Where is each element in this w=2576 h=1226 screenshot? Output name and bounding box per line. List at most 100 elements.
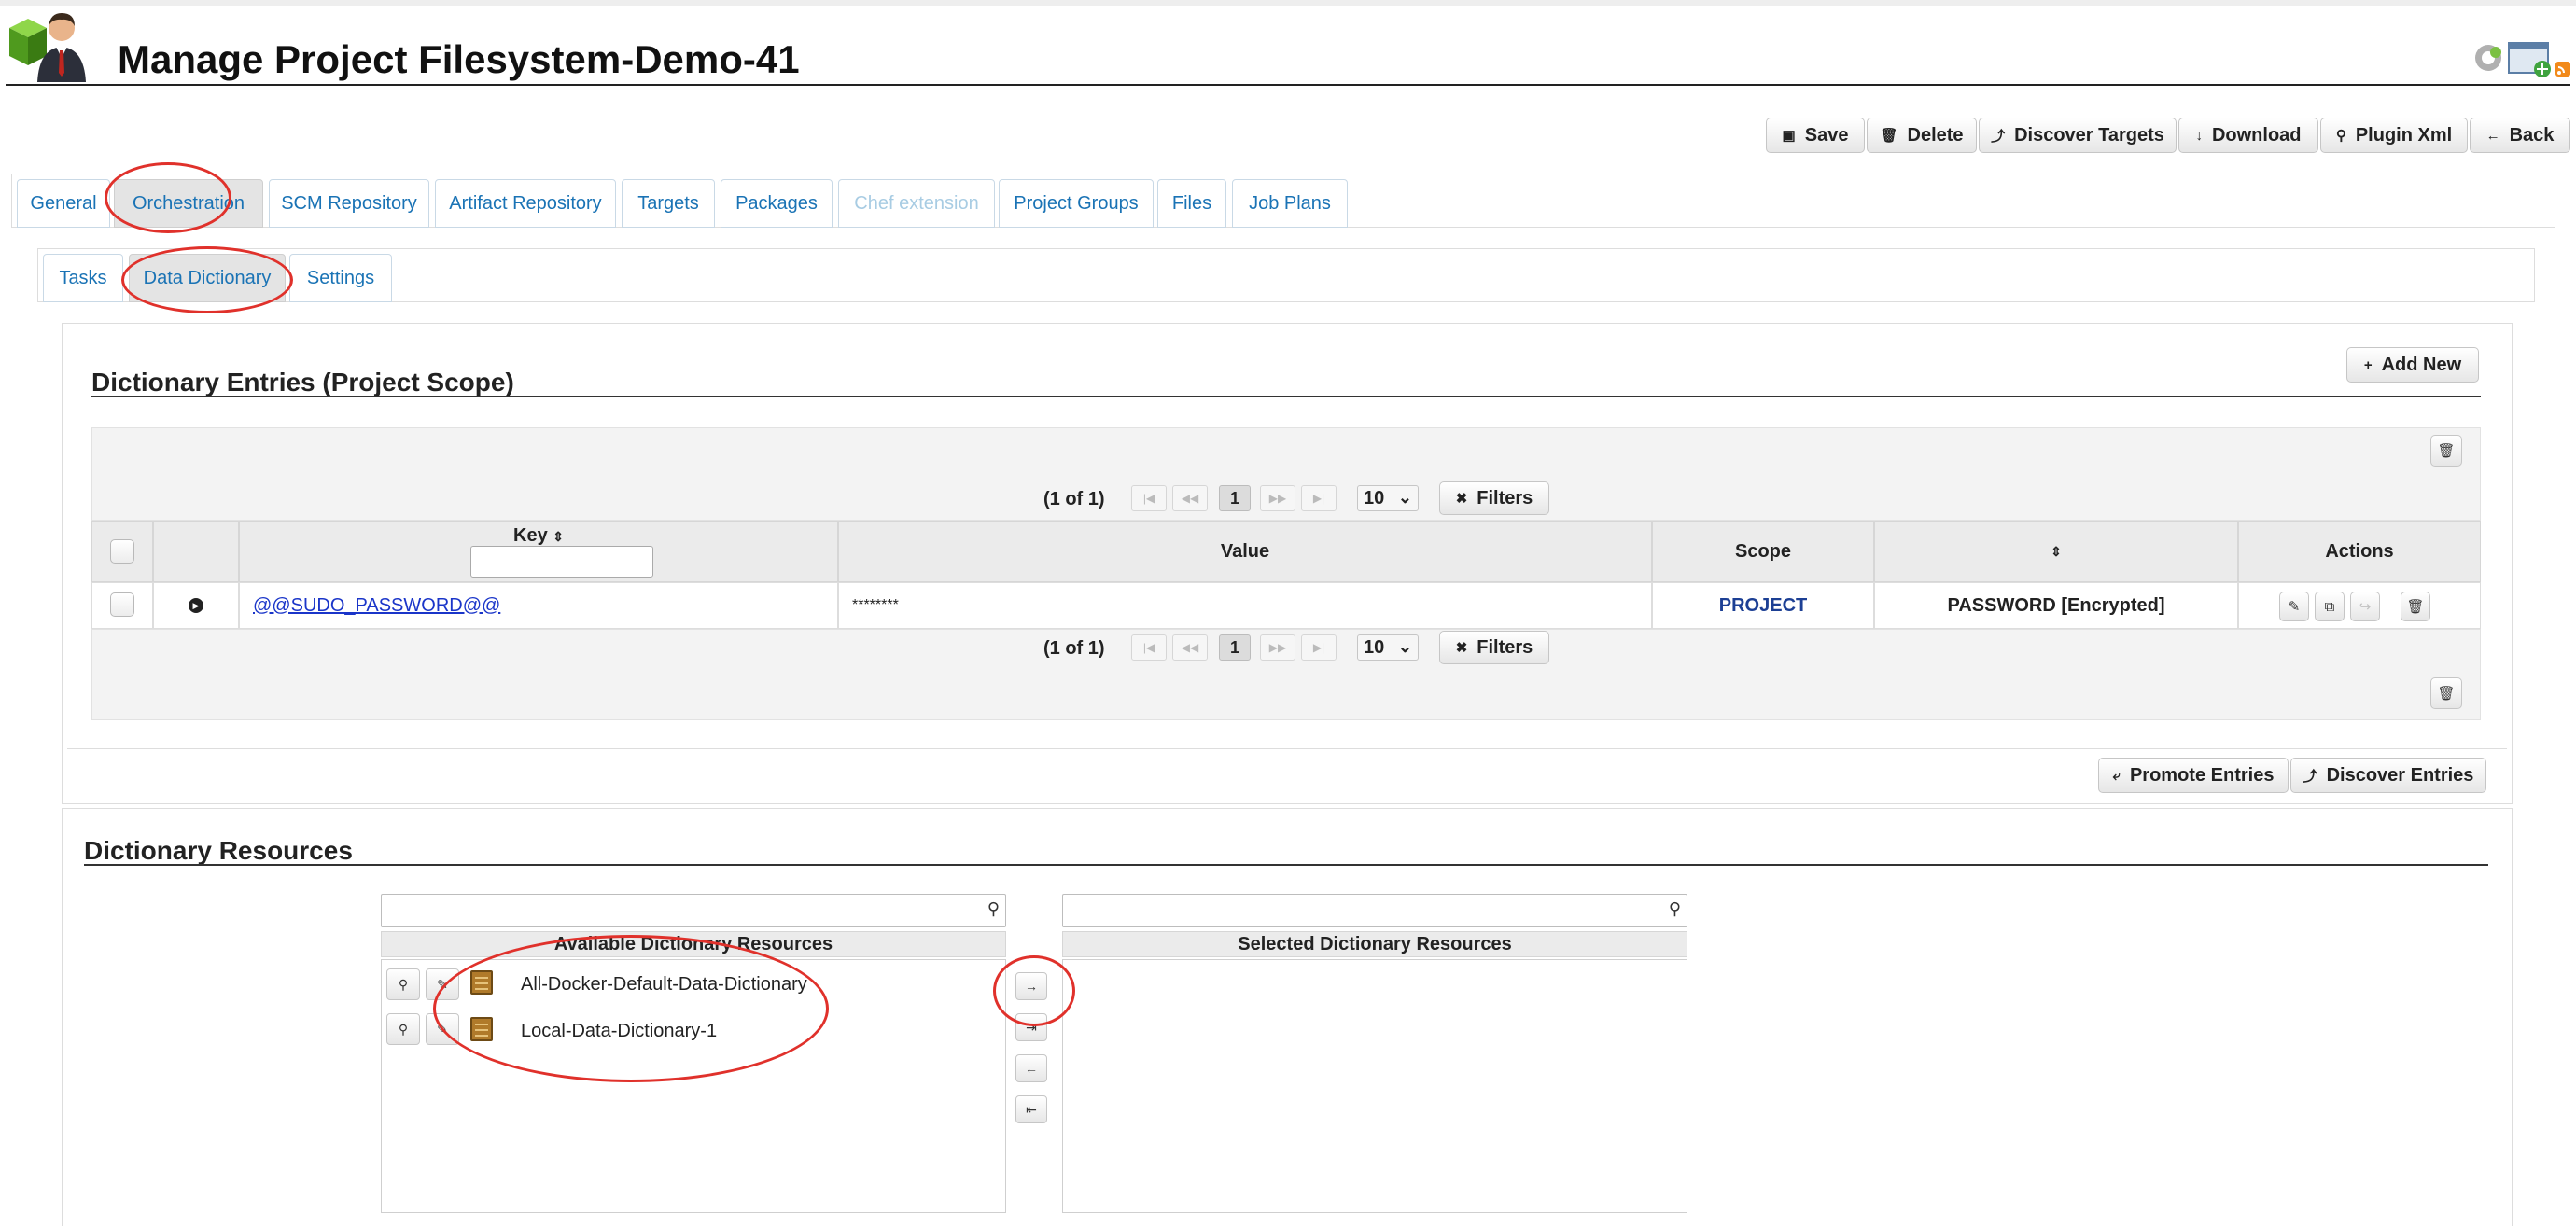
list-item[interactable]: Local-Data-Dictionary-1 — [521, 1021, 717, 1042]
delete-button[interactable]: 🗑 Delete — [1867, 118, 1977, 153]
arrow-left-end-icon: ⇤ — [1026, 1101, 1037, 1117]
delete-selected-top-button[interactable]: 🗑 — [2430, 435, 2462, 467]
key-filter-input[interactable] — [470, 546, 653, 578]
edit-resource-button[interactable]: ✎ — [426, 968, 459, 1000]
filters-top-button[interactable]: ✖ Filters — [1439, 481, 1549, 515]
share-entry-button: ↪ — [2350, 592, 2380, 621]
promote-entries-button[interactable]: ⤶ Promote Entries — [2098, 758, 2289, 793]
delete-entry-button[interactable]: 🗑 — [2401, 592, 2430, 621]
last-page-bottom-button[interactable]: ▶| — [1301, 634, 1337, 661]
discover-icon: ⤴ — [1991, 128, 2006, 145]
tab-chef-extension: Chef extension — [838, 179, 995, 228]
header-corner-icons — [2475, 42, 2570, 77]
view-resource-button[interactable]: ⚲ — [386, 968, 420, 1000]
next-page-bottom-button[interactable]: ▶▶ — [1260, 634, 1295, 661]
tab-project-groups[interactable]: Project Groups — [999, 179, 1154, 228]
rss-icon — [2555, 62, 2570, 77]
copy-entry-button[interactable]: ⧉ — [2315, 592, 2345, 621]
chevron-down-icon: ⌄ — [1397, 637, 1412, 656]
expand-row-icon[interactable]: ▶ — [189, 598, 203, 613]
tab-data-dictionary[interactable]: Data Dictionary — [129, 254, 286, 302]
first-page-bottom-button[interactable]: |◀ — [1131, 634, 1167, 661]
sub-tab-bar — [37, 248, 2535, 302]
rows-per-page-bottom-select[interactable]: 10 ⌄ — [1357, 634, 1419, 661]
pencil-icon: ✎ — [2288, 599, 2301, 615]
selected-list-header: Selected Dictionary Resources — [1062, 931, 1687, 957]
current-page-bottom[interactable]: 1 — [1219, 634, 1251, 661]
last-page-top-button[interactable]: ▶| — [1301, 485, 1337, 511]
tab-tasks[interactable]: Tasks — [43, 254, 123, 302]
tab-packages[interactable]: Packages — [721, 179, 833, 228]
tab-settings[interactable]: Settings — [289, 254, 392, 302]
tab-scm-repository[interactable]: SCM Repository — [269, 179, 429, 228]
tab-orchestration[interactable]: Orchestration — [114, 179, 263, 228]
list-item[interactable]: All-Docker-Default-Data-Dictionary — [521, 974, 807, 996]
remove-all-button[interactable]: ⇤ — [1015, 1095, 1047, 1123]
current-page-top[interactable]: 1 — [1219, 485, 1251, 511]
arrow-right-end-icon: ⇥ — [1026, 1019, 1037, 1035]
trash-icon: 🗑 — [2437, 686, 2456, 702]
top-border — [0, 0, 2576, 6]
add-new-button[interactable]: + Add New — [2346, 347, 2479, 383]
type-column-header[interactable]: ⇕ — [1874, 521, 2238, 582]
available-search-input[interactable]: ⚲ — [381, 894, 1006, 927]
rows-per-page-top-select[interactable]: 10 ⌄ — [1357, 485, 1419, 511]
selected-search-input[interactable]: ⚲ — [1062, 894, 1687, 927]
tab-files[interactable]: Files — [1157, 179, 1226, 228]
next-page-top-button[interactable]: ▶▶ — [1260, 485, 1295, 511]
selected-list — [1062, 959, 1687, 1213]
edit-entry-button[interactable]: ✎ — [2279, 592, 2309, 621]
plugin-xml-button[interactable]: ⚲ Plugin Xml — [2320, 118, 2468, 153]
discover-targets-button[interactable]: ⤴ Discover Targets — [1979, 118, 2177, 153]
row-select-checkbox[interactable] — [110, 592, 134, 617]
discover-entries-button[interactable]: ⤴ Discover Entries — [2290, 758, 2486, 793]
select-all-checkbox[interactable] — [110, 539, 134, 564]
tab-general[interactable]: General — [17, 179, 110, 228]
pencil-icon: ✎ — [437, 976, 448, 992]
tab-artifact-repository[interactable]: Artifact Repository — [435, 179, 616, 228]
first-page-icon: |◀ — [1142, 641, 1155, 654]
user-avatar-with-cube-icon — [9, 13, 86, 82]
row-scope-cell: PROJECT — [1652, 582, 1874, 629]
edit-resource-button[interactable]: ✎ — [426, 1013, 459, 1045]
first-page-icon: |◀ — [1142, 492, 1155, 505]
download-button[interactable]: ↓ Download — [2178, 118, 2318, 153]
filters-bottom-button[interactable]: ✖ Filters — [1439, 631, 1549, 664]
row-type-cell: PASSWORD [Encrypted] — [1874, 582, 2238, 629]
prev-page-icon: ◀◀ — [1181, 641, 1199, 654]
tab-targets[interactable]: Targets — [622, 179, 715, 228]
search-icon: ⚲ — [398, 1021, 409, 1037]
next-page-icon: ▶▶ — [1268, 641, 1287, 654]
row-key-cell: @@SUDO_PASSWORD@@ — [239, 582, 838, 629]
add-all-button[interactable]: ⇥ — [1015, 1013, 1047, 1041]
discover-icon: ⤴ — [2303, 768, 2317, 785]
entry-key-link[interactable]: @@SUDO_PASSWORD@@ — [253, 595, 500, 617]
search-icon: ⚲ — [398, 976, 409, 992]
trash-icon: 🗑 — [2437, 443, 2456, 459]
add-selected-button[interactable]: → — [1015, 972, 1047, 1000]
scope-column-header: Scope — [1652, 521, 1874, 582]
trash-icon: 🗑 — [2406, 599, 2425, 615]
prev-page-icon: ◀◀ — [1181, 492, 1199, 505]
pager-status-bottom: (1 of 1) — [1043, 638, 1105, 659]
arrow-right-icon: → — [1025, 979, 1038, 994]
delete-selected-bottom-button[interactable]: 🗑 — [2430, 677, 2462, 709]
remove-selected-button[interactable]: ← — [1015, 1054, 1047, 1082]
pencil-icon: ✎ — [437, 1021, 448, 1037]
arrow-left-icon: ← — [1025, 1061, 1038, 1076]
dictionary-book-icon — [470, 970, 493, 995]
next-page-icon: ▶▶ — [1268, 492, 1287, 505]
copy-icon: ⧉ — [2324, 598, 2335, 615]
dictionary-entries-title: Dictionary Entries (Project Scope) — [91, 368, 514, 397]
available-list — [381, 959, 1006, 1213]
dictionary-resources-title: Dictionary Resources — [84, 836, 353, 865]
expand-column-header — [153, 521, 239, 582]
prev-page-bottom-button[interactable]: ◀◀ — [1172, 634, 1208, 661]
tab-job-plans[interactable]: Job Plans — [1232, 179, 1348, 228]
actions-column-header: Actions — [2238, 521, 2481, 582]
prev-page-top-button[interactable]: ◀◀ — [1172, 485, 1208, 511]
back-button[interactable]: ← Back — [2470, 118, 2570, 153]
first-page-top-button[interactable]: |◀ — [1131, 485, 1167, 511]
view-resource-button[interactable]: ⚲ — [386, 1013, 420, 1045]
save-button[interactable]: ▣ Save — [1766, 118, 1865, 153]
